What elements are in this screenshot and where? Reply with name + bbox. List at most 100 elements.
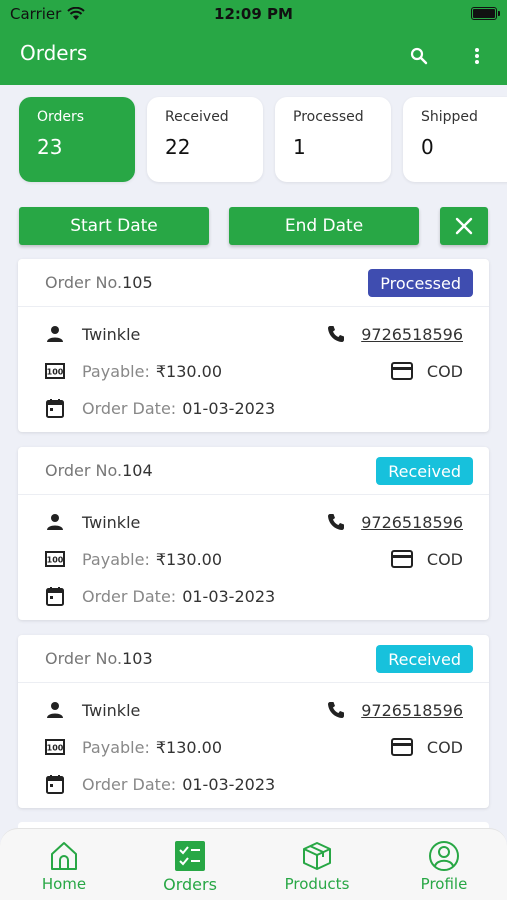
phone-row: 9726518596	[325, 511, 463, 533]
stat-value: 0	[421, 135, 434, 159]
calendar-icon	[44, 773, 66, 795]
stat-label: Shipped	[421, 109, 478, 125]
close-icon	[455, 217, 473, 235]
stat-label: Received	[165, 109, 229, 125]
customer-name: Twinkle	[82, 324, 141, 344]
order-date-label: Order Date:	[82, 586, 177, 606]
order-date-row: Order Date: 01-03-2023	[44, 773, 275, 795]
payable-label: Payable:	[82, 549, 150, 569]
home-icon	[48, 840, 80, 872]
order-date: 01-03-2023	[182, 586, 276, 606]
calendar-icon	[44, 397, 66, 419]
order-card[interactable]: Order No.103 Received Twinkle 9726518596…	[18, 635, 489, 808]
bottom-tab-bar: Home Orders Products Profile	[0, 828, 507, 900]
customer-row: Twinkle	[44, 511, 140, 533]
payable-row: 100 Payable: ₹130.00	[44, 360, 222, 382]
phone-icon	[325, 323, 347, 345]
phone-number-link[interactable]: 9726518596	[361, 325, 463, 344]
payment-method-row: COD	[390, 548, 463, 570]
order-date-label: Order Date:	[82, 774, 177, 794]
stat-card-orders[interactable]: Orders 23	[19, 97, 135, 182]
status-time: 12:09 PM	[214, 5, 293, 23]
phone-row: 9726518596	[325, 323, 463, 345]
phone-number-link[interactable]: 9726518596	[361, 513, 463, 532]
phone-number-link[interactable]: 9726518596	[361, 701, 463, 720]
status-badge: Processed	[368, 269, 473, 297]
order-card[interactable]: Order No.104 Received Twinkle 9726518596…	[18, 447, 489, 620]
stat-label: Processed	[293, 109, 364, 125]
order-card-header: Order No.105 Processed	[18, 259, 489, 307]
cash-icon: 100	[44, 360, 66, 382]
svg-text:100: 100	[47, 744, 64, 753]
payable-label: Payable:	[82, 361, 150, 381]
payable-row: 100 Payable: ₹130.00	[44, 548, 222, 570]
cash-icon: 100	[44, 548, 66, 570]
order-number: Order No.103	[45, 649, 153, 668]
payment-method: COD	[426, 737, 463, 757]
tab-label: Orders	[163, 875, 217, 894]
credit-card-icon	[390, 736, 413, 758]
payment-method-row: COD	[390, 736, 463, 758]
order-date-row: Order Date: 01-03-2023	[44, 397, 275, 419]
phone-row: 9726518596	[325, 699, 463, 721]
payable-amount: ₹130.00	[155, 361, 223, 381]
tab-products[interactable]: Products	[254, 829, 380, 900]
credit-card-icon	[390, 548, 413, 570]
cash-icon: 100	[44, 736, 66, 758]
order-card-header: Order No.103 Received	[18, 635, 489, 683]
tab-profile[interactable]: Profile	[381, 829, 507, 900]
app-header: Carrier 12:09 PM Orders	[0, 0, 507, 85]
start-date-button[interactable]: Start Date	[19, 207, 209, 245]
status-bar: Carrier 12:09 PM	[0, 0, 507, 28]
payable-amount: ₹130.00	[155, 737, 223, 757]
payable-label: Payable:	[82, 737, 150, 757]
tab-label: Profile	[420, 875, 468, 893]
order-number: Order No.105	[45, 273, 153, 292]
order-date: 01-03-2023	[182, 398, 276, 418]
clear-filter-button[interactable]	[440, 207, 488, 245]
orders-checklist-icon	[175, 840, 205, 872]
order-number: Order No.104	[45, 461, 153, 480]
customer-row: Twinkle	[44, 323, 140, 345]
order-date-label: Order Date:	[82, 398, 177, 418]
payment-method: COD	[426, 361, 463, 381]
tab-label: Products	[284, 875, 350, 893]
stat-label: Orders	[37, 109, 85, 125]
status-badge: Received	[376, 645, 473, 673]
stat-value: 1	[293, 135, 306, 159]
tab-orders[interactable]: Orders	[127, 829, 253, 900]
payable-amount: ₹130.00	[155, 549, 223, 569]
tab-label: Home	[41, 875, 87, 893]
svg-text:100: 100	[47, 368, 64, 377]
search-icon[interactable]	[407, 44, 431, 68]
stat-card-processed[interactable]: Processed 1	[275, 97, 391, 182]
more-options-icon[interactable]	[465, 44, 489, 68]
calendar-icon	[44, 585, 66, 607]
tab-home[interactable]: Home	[1, 829, 127, 900]
customer-row: Twinkle	[44, 699, 140, 721]
svg-text:100: 100	[47, 556, 64, 565]
order-date-row: Order Date: 01-03-2023	[44, 585, 275, 607]
phone-icon	[325, 511, 347, 533]
order-stats-row: Orders 23 Received 22 Processed 1 Shippe…	[0, 96, 507, 186]
status-badge: Received	[376, 457, 473, 485]
user-icon	[428, 840, 460, 872]
person-icon	[44, 511, 66, 533]
stat-card-received[interactable]: Received 22	[147, 97, 263, 182]
order-card[interactable]: Order No.105 Processed Twinkle 972651859…	[18, 259, 489, 432]
payment-method-row: COD	[390, 360, 463, 382]
battery-icon	[471, 7, 500, 20]
page-title: Orders	[20, 41, 88, 65]
person-icon	[44, 699, 66, 721]
order-date: 01-03-2023	[182, 774, 276, 794]
stat-value: 22	[165, 135, 191, 159]
credit-card-icon	[390, 360, 413, 382]
order-card-header: Order No.104 Received	[18, 447, 489, 495]
stat-card-shipped[interactable]: Shipped 0	[403, 97, 507, 182]
stat-value: 23	[37, 135, 63, 159]
end-date-button[interactable]: End Date	[229, 207, 419, 245]
payable-row: 100 Payable: ₹130.00	[44, 736, 222, 758]
phone-icon	[325, 699, 347, 721]
person-icon	[44, 323, 66, 345]
customer-name: Twinkle	[82, 512, 141, 532]
